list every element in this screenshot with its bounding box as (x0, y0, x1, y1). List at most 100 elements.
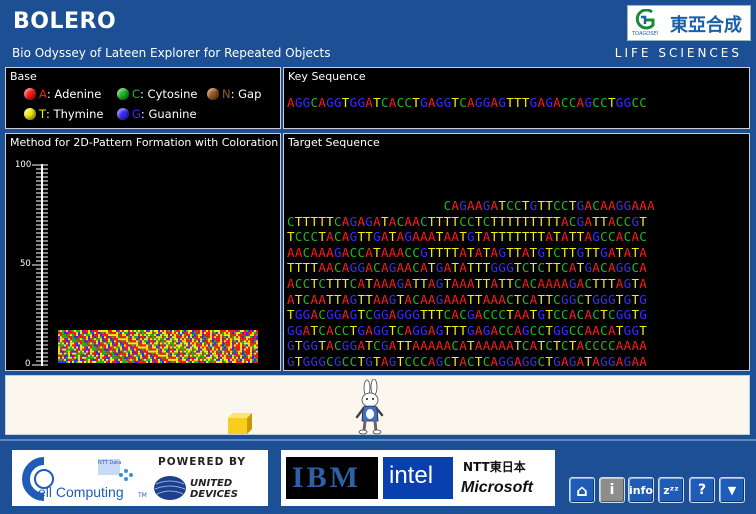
pattern-cell (90, 344, 92, 347)
target-base: A (341, 244, 350, 260)
pattern-cell (128, 352, 130, 355)
pattern-cell (210, 342, 212, 345)
pattern-cell (190, 350, 192, 353)
pattern-cell (100, 336, 102, 339)
pattern-cell (242, 332, 244, 335)
home-button[interactable]: ⌂ (569, 477, 595, 503)
pattern-cell (190, 358, 192, 361)
about-button[interactable]: i (599, 477, 625, 503)
powered-by-label: POWERED BY (158, 456, 247, 468)
pattern-cell (138, 354, 140, 357)
sleep-button[interactable]: zᶻᶻ (658, 477, 684, 503)
pattern-cell (190, 344, 192, 347)
target-base: G (333, 307, 342, 323)
pattern-cell (196, 332, 198, 335)
pattern-cell (116, 352, 118, 355)
pattern-cell (222, 350, 224, 353)
pattern-cell (90, 346, 92, 349)
pattern-cell (234, 332, 236, 335)
key-base: G (333, 95, 342, 110)
pattern-cell (230, 344, 232, 347)
pattern-cell (216, 350, 218, 353)
target-base: G (482, 198, 491, 213)
pattern-cell (184, 344, 186, 347)
pattern-cell (112, 338, 114, 341)
pattern-cell (160, 356, 162, 359)
pattern-cell (242, 360, 244, 363)
pattern-cell (202, 352, 204, 355)
pattern-cell (134, 354, 136, 357)
pattern-cell (132, 354, 134, 357)
info-button[interactable]: info (628, 477, 654, 503)
target-base: A (380, 275, 389, 291)
target-base: A (560, 353, 569, 369)
pattern-cell (196, 330, 198, 333)
pattern-cell (186, 344, 188, 347)
pattern-cell (90, 332, 92, 335)
pattern-cell (256, 330, 258, 333)
pattern-cell (68, 330, 70, 333)
pattern-cell (200, 352, 202, 355)
pattern-cell (164, 334, 166, 337)
target-base: A (459, 260, 468, 276)
pattern-cell (176, 340, 178, 343)
pattern-cell (166, 360, 168, 363)
pattern-cell (236, 338, 238, 341)
help-button[interactable]: ? (689, 477, 715, 503)
pattern-cell (136, 352, 138, 355)
target-base: G (365, 213, 374, 229)
pattern-cell (238, 348, 240, 351)
pattern-cell (112, 336, 114, 339)
pattern-cell (78, 344, 80, 347)
pattern-cell (88, 360, 90, 363)
menu-button[interactable]: ▼ (719, 477, 745, 503)
pattern-cell (90, 352, 92, 355)
pattern-cell (208, 350, 210, 353)
pattern-cell (208, 348, 210, 351)
target-base: A (380, 229, 389, 245)
pattern-cell (92, 332, 94, 335)
pattern-cell (172, 332, 174, 335)
target-base: G (529, 353, 538, 369)
target-base: T (474, 213, 483, 229)
key-base: C (459, 95, 468, 110)
pattern-cell (232, 338, 234, 341)
pattern-cell (206, 360, 208, 363)
base-item-cytosine: C: Cytosine (117, 87, 198, 101)
pattern-cell (176, 338, 178, 341)
pattern-cell (146, 356, 148, 359)
pattern-cell (82, 330, 84, 333)
pattern-cell (104, 338, 106, 341)
pattern-cell (164, 360, 166, 363)
pattern-cell (222, 336, 224, 339)
pattern-cell (198, 352, 200, 355)
pattern-cell (198, 338, 200, 341)
pattern-cell (162, 342, 164, 345)
key-base: T (514, 95, 522, 110)
pattern-cell (124, 338, 126, 341)
pattern-cell (192, 356, 194, 359)
pattern-cell (128, 344, 130, 347)
pattern-cell (100, 348, 102, 351)
footer-divider (0, 439, 756, 441)
pattern-cell (242, 344, 244, 347)
base-panel-title: Base (10, 70, 37, 83)
ntt-logo-text: NTT東日本 (463, 460, 526, 474)
pattern-cell (180, 346, 182, 349)
target-base: A (287, 275, 295, 291)
pattern-cell (74, 348, 76, 351)
target-base: A (607, 198, 616, 213)
pattern-cell (58, 360, 60, 363)
pattern-cell (86, 340, 88, 343)
pattern-cell (238, 340, 240, 343)
toagosei-logo-text: 東亞合成 (670, 15, 742, 36)
pattern-cell (68, 340, 70, 343)
target-base: T (326, 275, 334, 291)
pattern-cell (188, 350, 190, 353)
pattern-cell (206, 352, 208, 355)
pattern-cell (238, 334, 240, 337)
target-base: C (607, 338, 616, 354)
pattern-cell (142, 358, 144, 361)
pattern-cell (136, 344, 138, 347)
pattern-cell (166, 340, 168, 343)
